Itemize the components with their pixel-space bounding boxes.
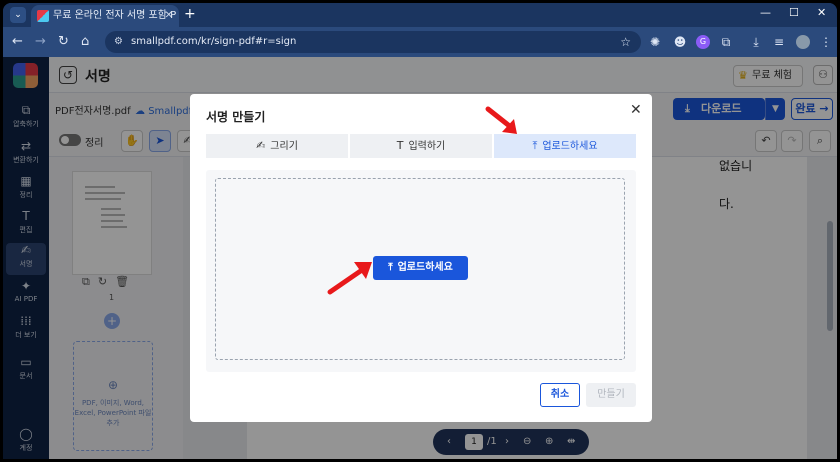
- media-icon[interactable]: ≡: [772, 35, 786, 49]
- text-t-icon: T: [396, 139, 404, 152]
- new-tab-icon[interactable]: +: [184, 6, 196, 22]
- tab-bar: ⌄ 무료 온라인 전자 서명 포함 P ✕ + — ☐ ✕: [3, 3, 837, 27]
- create-button[interactable]: 만들기: [586, 383, 636, 407]
- avatar[interactable]: [796, 35, 810, 49]
- cancel-button[interactable]: 취소: [540, 383, 580, 407]
- tab-title: 무료 온라인 전자 서명 포함 P: [53, 10, 177, 21]
- download-tray-icon[interactable]: ⤓: [749, 35, 763, 49]
- reload-icon[interactable]: ↻: [58, 34, 69, 49]
- tab-close-icon[interactable]: ✕: [165, 5, 173, 27]
- kebab-menu-icon[interactable]: ⋮: [819, 35, 833, 49]
- ghost-extension-icon[interactable]: ☻: [673, 35, 687, 49]
- minimize-icon[interactable]: —: [760, 6, 771, 19]
- browser-toolbar: ← → ↻ ⌂ ⚙ smallpdf.com/kr/sign-pdf#r=sig…: [3, 27, 837, 57]
- site-info-icon[interactable]: ⚙: [114, 31, 123, 53]
- back-arrow-icon[interactable]: ←: [12, 34, 23, 49]
- annotation-arrow-icon: [485, 106, 517, 134]
- upload-icon: ⤒: [532, 139, 538, 152]
- home-icon[interactable]: ⌂: [81, 34, 89, 49]
- forward-arrow-icon[interactable]: →: [35, 34, 46, 49]
- window-close-icon[interactable]: ✕: [817, 6, 826, 19]
- upload-icon: ⤒: [388, 262, 393, 273]
- maximize-icon[interactable]: ☐: [789, 6, 799, 19]
- smallpdf-favicon-icon: [37, 10, 49, 22]
- browser-tab[interactable]: 무료 온라인 전자 서명 포함 P ✕: [31, 5, 179, 27]
- puzzle-extensions-icon[interactable]: ⧉: [719, 35, 733, 49]
- bookmark-star-icon[interactable]: ☆: [620, 31, 631, 53]
- create-signature-dialog: 서명 만들기 ✕ ✍ 그리기 T 입력하기 ⤒ 업로드하세요 ⤒ 업로드하세요 취소 만…: [190, 94, 652, 422]
- tab-search-icon[interactable]: ⌄: [10, 7, 26, 23]
- tab-draw[interactable]: ✍ 그리기: [206, 134, 348, 158]
- tab-type[interactable]: T 입력하기: [350, 134, 492, 158]
- close-icon[interactable]: ✕: [630, 102, 642, 118]
- address-bar[interactable]: ⚙ smallpdf.com/kr/sign-pdf#r=sign ☆: [105, 31, 641, 53]
- profile-extension-icon[interactable]: G: [696, 35, 710, 49]
- upload-button[interactable]: ⤒ 업로드하세요: [373, 256, 468, 280]
- extension-icon[interactable]: ✺: [648, 35, 662, 49]
- url-text: smallpdf.com/kr/sign-pdf#r=sign: [131, 36, 297, 47]
- dialog-title: 서명 만들기: [206, 110, 266, 124]
- pen-draw-icon: ✍: [256, 139, 266, 152]
- annotation-arrow-icon: [327, 262, 372, 295]
